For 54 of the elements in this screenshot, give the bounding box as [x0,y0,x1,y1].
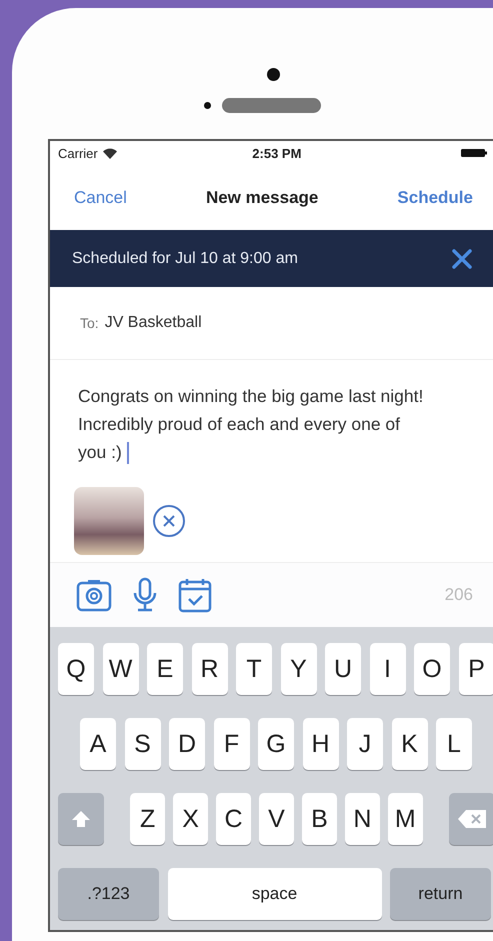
keyboard-key[interactable]: C [216,793,251,845]
space-key[interactable]: space [168,868,382,920]
keyboard-key[interactable]: A [80,718,116,770]
battery-icon [461,149,487,157]
recipient-field[interactable]: JV Basketball [104,314,202,332]
schedule-button[interactable]: Schedule [397,188,473,208]
shift-key[interactable] [58,793,104,845]
keyboard-key[interactable]: Z [130,793,165,845]
camera-icon [267,68,280,81]
keyboard-key[interactable]: G [258,718,294,770]
keyboard-key[interactable]: S [124,718,160,770]
keyboard-key[interactable]: X [173,793,208,845]
keyboard-key[interactable]: V [259,793,294,845]
character-counter: 206 [444,585,473,605]
keyboard-key[interactable]: T [236,643,272,695]
sensor-icon [204,102,211,109]
keyboard-key[interactable]: Q [58,643,94,695]
close-icon[interactable] [451,248,473,270]
schedule-text: Scheduled for Jul 10 at 9:00 am [72,250,298,268]
keyboard-key[interactable]: R [192,643,228,695]
keyboard-key[interactable]: U [325,643,361,695]
keyboard-key[interactable]: F [214,718,250,770]
keyboard-key[interactable]: P [458,643,493,695]
screen-title: New message [206,188,318,208]
keyboard-key[interactable]: M [388,793,423,845]
keyboard-key[interactable]: E [147,643,183,695]
keyboard-key[interactable]: K [392,718,428,770]
cancel-button[interactable]: Cancel [74,188,127,208]
carrier-label: Carrier [58,146,98,160]
to-label: To: [80,315,99,331]
keyboard-key[interactable]: H [302,718,338,770]
keyboard-key[interactable]: L [436,718,472,770]
up-arrow-icon [70,810,91,828]
photo-placeholder [74,487,144,555]
message-field[interactable]: Congrats on winning the big game last night! Incredibly proud of each and every one of you :) [50,360,493,487]
speaker-icon [222,98,321,113]
keyboard-key[interactable]: B [302,793,337,845]
keyboard-key[interactable]: O [414,643,450,695]
keyboard-key[interactable]: N [345,793,380,845]
keyboard-key[interactable]: Y [280,643,316,695]
keyboard-key[interactable]: return [390,868,491,920]
keyboard-key[interactable]: W [102,643,138,695]
microphone-icon[interactable] [132,577,158,613]
calendar-icon[interactable] [178,577,212,613]
wifi-icon [102,148,117,158]
keyboard-key[interactable]: .?123 [58,868,159,920]
delete-key[interactable] [449,793,493,845]
backspace-icon [457,809,488,829]
status-time: 2:53 PM [251,146,302,160]
remove-icon[interactable] [152,504,186,538]
keyboard-key[interactable]: J [347,718,383,770]
keyboard-key[interactable]: D [169,718,205,770]
keyboard-key[interactable]: I [370,643,406,695]
camera-icon[interactable] [76,578,112,612]
